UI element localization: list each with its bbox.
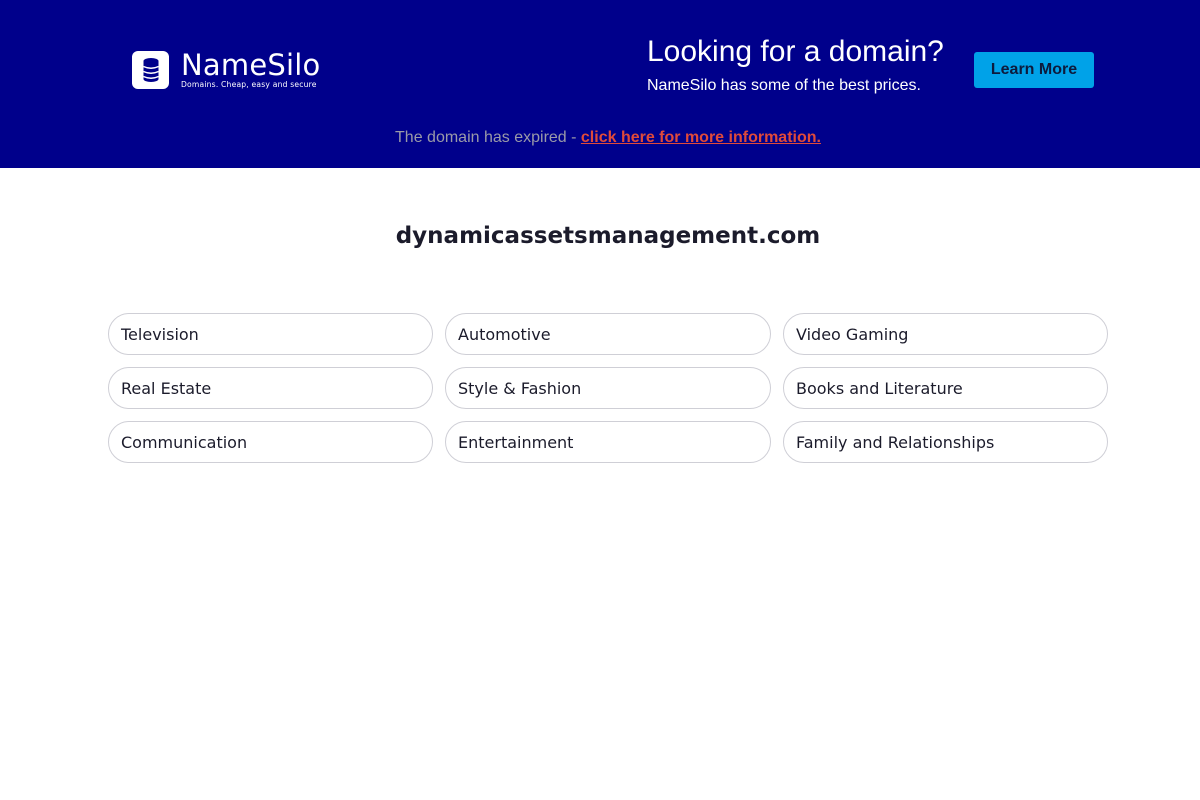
promo-title: Looking for a domain? [647, 35, 944, 68]
promo-block: Looking for a domain? NameSilo has some … [647, 34, 944, 96]
expired-notice: The domain has expired - click here for … [0, 128, 1200, 148]
promo-subtitle: NameSilo has some of the best prices. [647, 77, 921, 94]
category-books-literature[interactable]: Books and Literature [783, 367, 1108, 409]
category-automotive[interactable]: Automotive [445, 313, 771, 355]
more-information-link[interactable]: click here for more information. [581, 129, 821, 146]
category-entertainment[interactable]: Entertainment [445, 421, 771, 463]
category-communication[interactable]: Communication [108, 421, 433, 463]
category-style-fashion[interactable]: Style & Fashion [445, 367, 771, 409]
database-icon [132, 51, 169, 89]
logo-name: NameSilo [181, 48, 321, 82]
category-grid: Television Automotive Video Gaming Real … [108, 313, 1108, 463]
domain-title: dynamicassetsmanagement.com [395, 223, 821, 249]
top-banner: NameSilo Domains. Cheap, easy and secure… [0, 0, 1200, 168]
category-real-estate[interactable]: Real Estate [108, 367, 433, 409]
namesilo-logo[interactable]: NameSilo Domains. Cheap, easy and secure [132, 49, 320, 90]
learn-more-button[interactable]: Learn More [974, 52, 1094, 88]
category-family-relationships[interactable]: Family and Relationships [783, 421, 1108, 463]
logo-tagline: Domains. Cheap, easy and secure [181, 80, 317, 89]
logo-text: NameSilo Domains. Cheap, easy and secure [181, 49, 320, 90]
category-television[interactable]: Television [108, 313, 433, 355]
category-video-gaming[interactable]: Video Gaming [783, 313, 1108, 355]
expired-notice-text: The domain has expired - [395, 129, 581, 146]
